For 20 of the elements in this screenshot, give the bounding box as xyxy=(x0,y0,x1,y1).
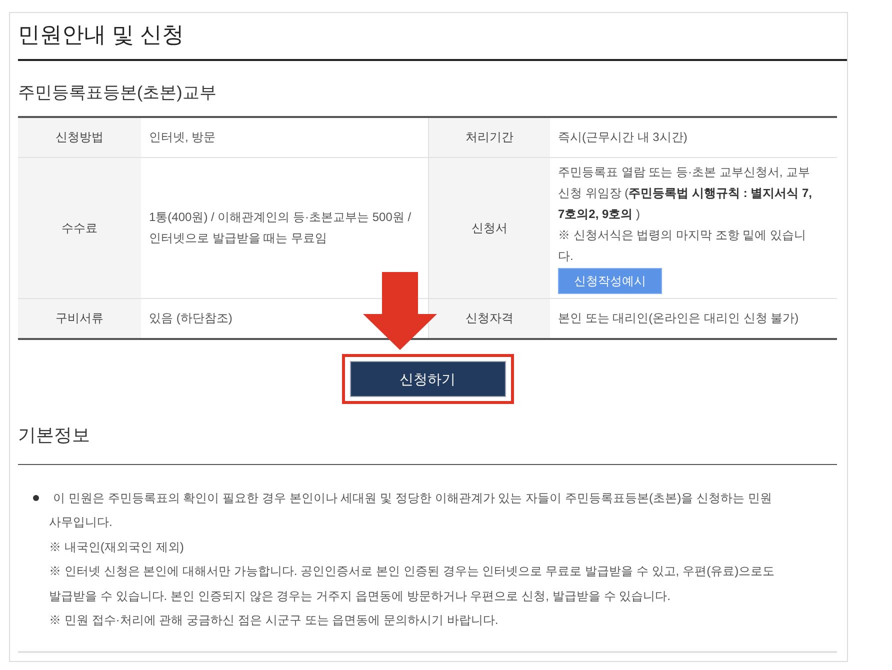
section-title: 주민등록표등본(초본)교부 xyxy=(18,82,216,104)
form-description: 주민등록표 열람 또는 등·초본 교부신청서, 교부 신청 위임장 (주민등록법 시행규칙 : 별지서식 7, 7호의2, 9호의 ) xyxy=(558,164,814,223)
table-header-cell: 처리기간 xyxy=(428,118,550,158)
apply-button[interactable]: 신청하기 xyxy=(350,361,506,397)
page-title: 민원안내 및 신청 xyxy=(18,21,184,49)
form-note: ※ 신청서식은 법령의 마지막 조항 밑에 있습니다. xyxy=(558,227,808,265)
info-note: ※ 인터넷 신청은 본인에 대해서만 가능합니다. 공인인증서로 본인 인증된 경우는 인터넷으로 무료로 발급받을 수 있고, 우편(유료)으로도 발급받을 수 있습니다. 본인 인증되지 않은 경우는 거주지 읍면동에 방문하거나 우편으로 신청, 발급받을 수 있습니다. xyxy=(49,563,776,605)
table-header-cell: 구비서류 xyxy=(18,299,141,338)
table-header-cell: 신청방법 xyxy=(18,118,141,158)
table-cell: 즉시(근무시간 내 3시간) xyxy=(550,118,837,158)
table-header-cell: 신청서 xyxy=(428,158,550,299)
table-header-cell: 수수료 xyxy=(18,158,141,299)
info-text: 이 민원은 주민등록표의 확인이 필요한 경우 본인이나 세대원 및 정당한 이해관계가 있는 자들이 주민등록표등본(초본)을 신청하는 민원 사무입니다. xyxy=(49,490,773,532)
table-header-cell: 신청자격 xyxy=(428,299,550,338)
bullet-icon xyxy=(33,495,39,501)
info-note: ※ 민원 접수·처리에 관해 궁금하신 점은 시군구 또는 읍면동에 문의하시기 바랍니다. xyxy=(49,612,500,630)
section-title: 기본정보 xyxy=(18,424,90,447)
info-note: ※ 내국인(재외국인 제외) xyxy=(49,538,185,556)
table-cell-text: 본인 또는 대리인(온라인은 대리인 신청 불가) xyxy=(557,310,800,327)
table-cell-text: 있음 (하단참조) xyxy=(148,310,234,327)
